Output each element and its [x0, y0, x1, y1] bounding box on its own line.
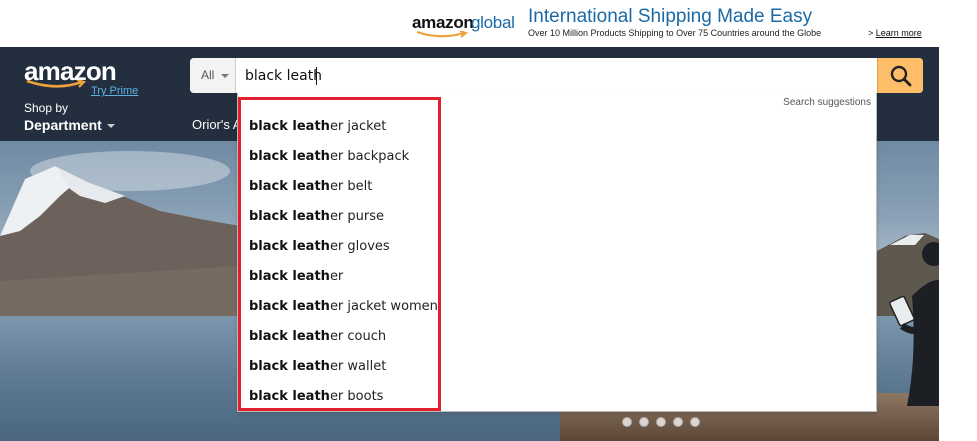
- carousel-dot[interactable]: [673, 417, 683, 427]
- amazon-global-logo[interactable]: amazon global: [412, 9, 522, 38]
- promo-headline[interactable]: International Shipping Made Easy: [528, 6, 812, 28]
- learn-more-prefix: >: [868, 28, 874, 38]
- search-category-label: All: [201, 68, 215, 82]
- search-suggestions-header: Search suggestions: [783, 97, 871, 108]
- search-input[interactable]: [237, 58, 877, 93]
- nav-link-orior[interactable]: Orior's A: [192, 117, 241, 132]
- department-label: Department: [24, 117, 102, 133]
- logo-global-word: global: [471, 13, 515, 32]
- learn-more-label: Learn more: [875, 28, 922, 38]
- try-prime-link[interactable]: Try Prime: [91, 85, 138, 97]
- amazon-logo[interactable]: amazon Try Prime: [24, 56, 154, 100]
- search-bar: All: [190, 58, 923, 93]
- reader-person-silhouette: [889, 242, 939, 406]
- shop-by-label: Shop by: [24, 101, 69, 115]
- caret-down-icon: [106, 123, 115, 128]
- carousel-indicators: [622, 417, 700, 427]
- carousel-dot[interactable]: [639, 417, 649, 427]
- shop-by-department-menu[interactable]: Shop by Department: [24, 101, 115, 134]
- caret-down-icon: [221, 74, 229, 78]
- carousel-dot[interactable]: [690, 417, 700, 427]
- text-cursor: [316, 67, 317, 85]
- carousel-dot[interactable]: [656, 417, 666, 427]
- page-root: amazon global International Shipping Mad…: [0, 0, 977, 441]
- smile-arrow-icon: [416, 31, 468, 38]
- learn-more-link[interactable]: > Learn more: [868, 28, 922, 38]
- carousel-dot[interactable]: [622, 417, 632, 427]
- amazon-global-promo-banner[interactable]: amazon global International Shipping Mad…: [0, 0, 977, 47]
- search-button[interactable]: [877, 58, 923, 93]
- search-icon: [890, 65, 912, 87]
- smile-arrow-icon: [26, 80, 87, 88]
- promo-subline: Over 10 Million Products Shipping to Ove…: [528, 28, 822, 38]
- logo-amazon-word: amazon: [412, 13, 474, 32]
- highlight-annotation-box: [238, 97, 441, 411]
- search-category-dropdown[interactable]: All: [190, 58, 236, 93]
